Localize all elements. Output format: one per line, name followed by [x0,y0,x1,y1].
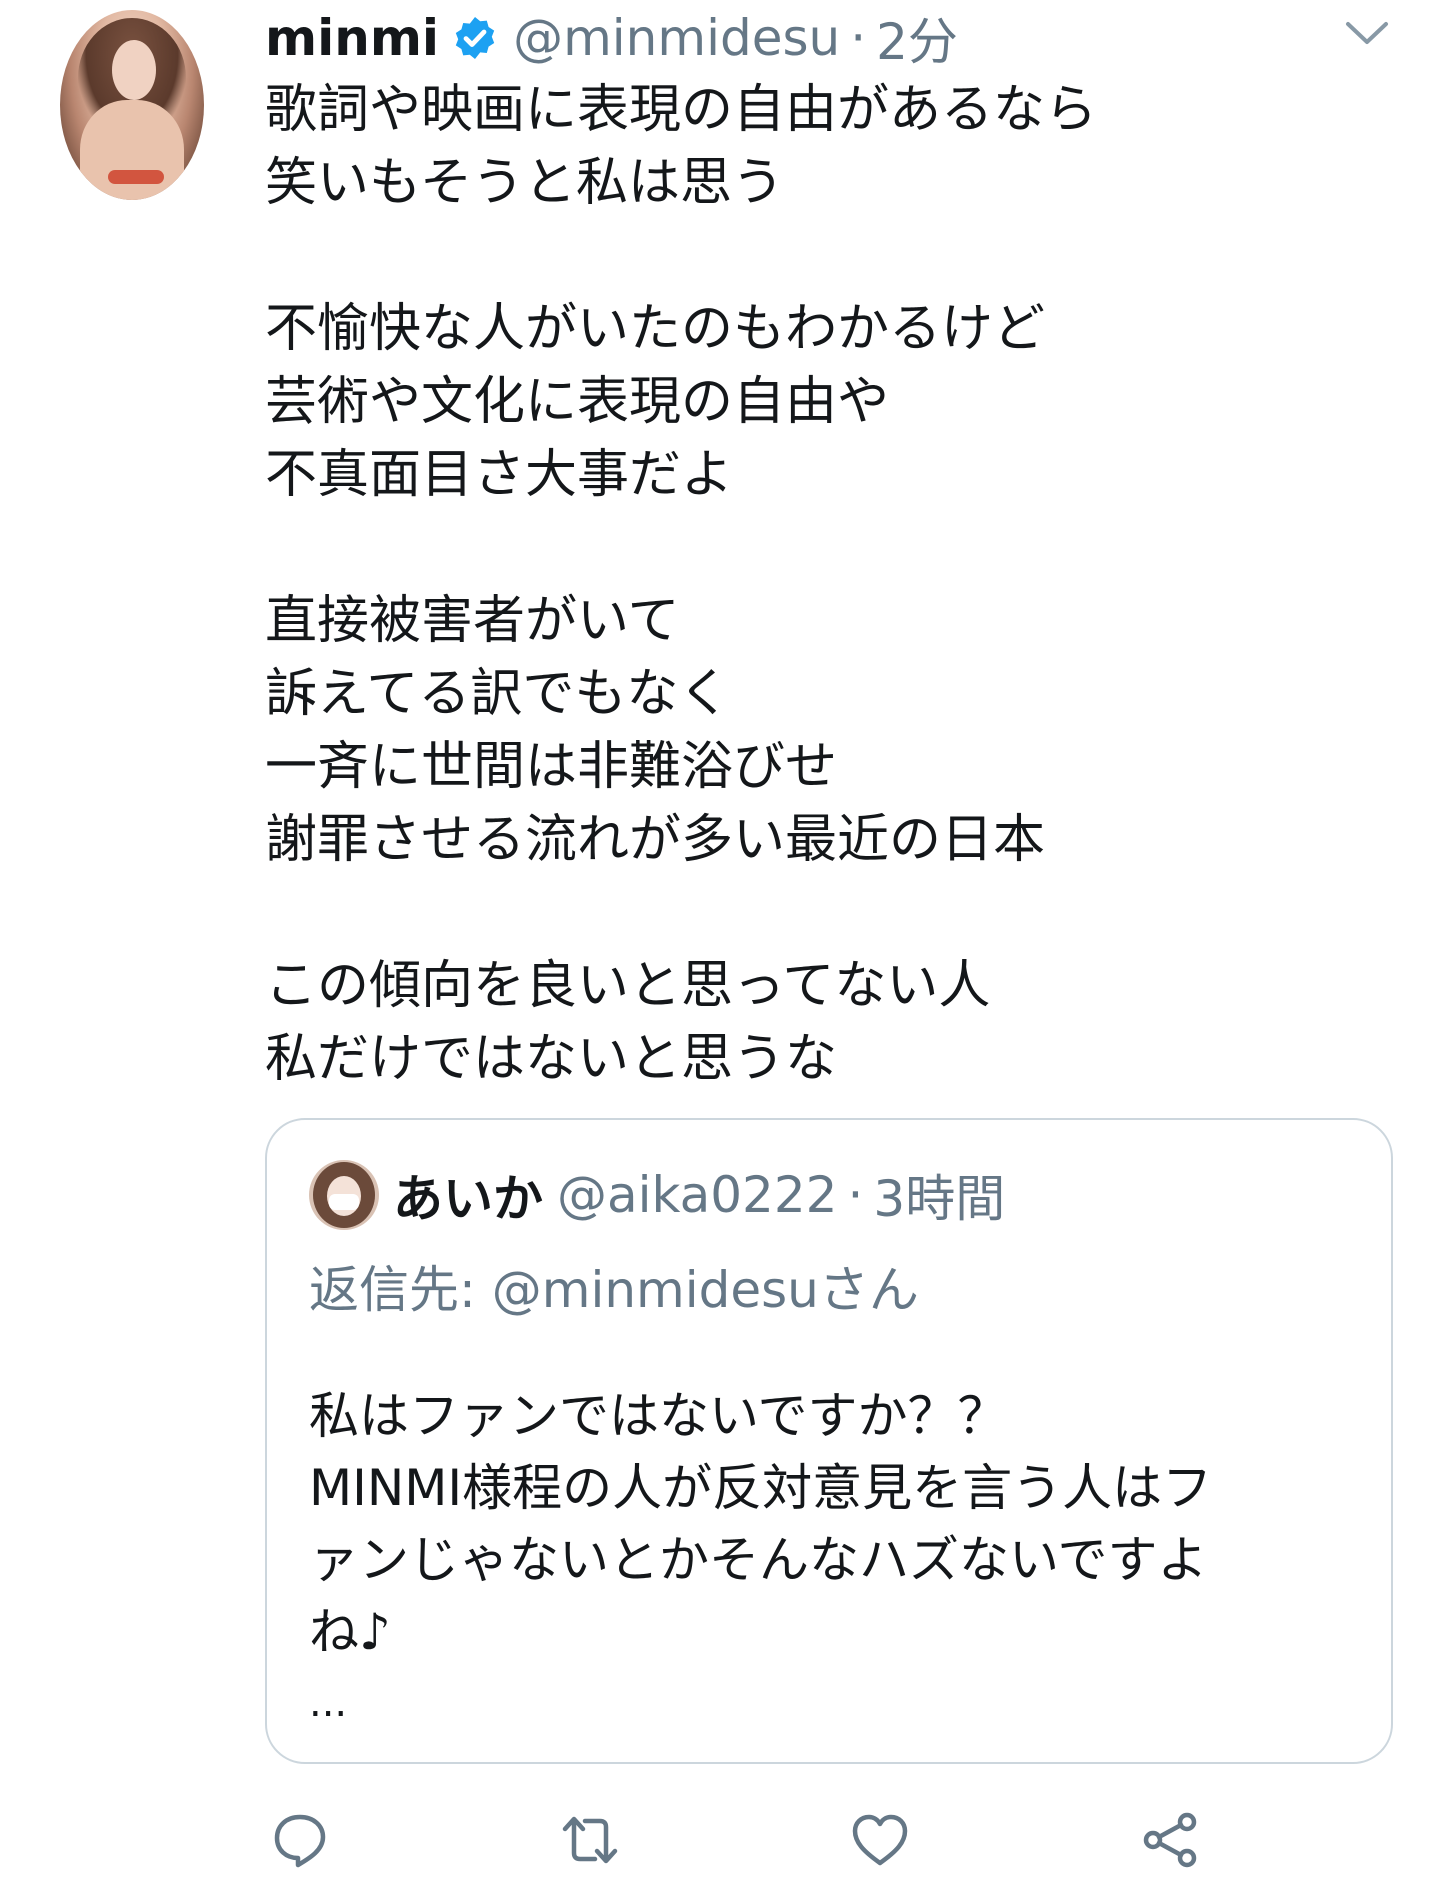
like-button[interactable] [850,1810,910,1870]
quoted-author-avatar [309,1160,379,1230]
tweet-line [265,512,1097,585]
quoted-line: MINMI様程の人が反対意見を言う人はフ [309,1459,1213,1517]
tweet-text: 歌詞や映画に表現の自由があるなら 笑いもそうと私は思う 不愉快な人がいたのもわか… [265,74,1097,1096]
tweet-line: 直接被害者がいて [265,591,680,651]
quoted-line: 私はファンではないですか？？ [309,1387,1008,1445]
tweet-line: 歌詞や映画に表現の自由があるなら [265,80,1098,140]
tweet-line: 芸術や文化に表現の自由や [265,372,890,432]
tweet-line: 不真面目さ大事だよ [265,445,734,505]
tweet-line: 訴えてる訳でもなく [265,664,731,724]
quoted-tweet-card[interactable]: あいか @aika0222 · 3時間 返信先: @minmidesuさん 私は… [265,1118,1393,1764]
quoted-line: ね♪ [309,1603,391,1661]
retweet-button[interactable] [560,1810,620,1870]
quoted-tweet-header: あいか @aika0222 · 3時間 [309,1160,1005,1230]
quoted-time-separator: · [847,1166,864,1224]
verified-badge-icon [451,14,499,62]
tweet-line: 私だけではないと思うな [265,1029,838,1089]
heart-icon [852,1814,908,1866]
time-separator: · [850,9,867,67]
reply-to-label: 返信先: @minmidesuさん [309,1261,919,1319]
tweet-actions-bar [270,1810,1230,1876]
retweet-icon [562,1816,618,1864]
author-avatar[interactable] [60,10,204,200]
tweet-line: この傾向を良いと思ってない人 [265,956,991,1016]
quoted-line: ァンじゃないとかそんなハズないですよ [309,1531,1208,1589]
quoted-more-ellipsis: ... [309,1680,348,1726]
tweet-time[interactable]: 2分 [876,2,958,74]
author-name[interactable]: minmi [265,9,439,67]
tweet-line: 笑いもそうと私は思う [265,153,784,213]
share-icon [1143,1812,1197,1868]
author-handle[interactable]: @minmidesu [513,9,840,67]
share-button[interactable] [1140,1810,1200,1870]
tweet-line: 一斉に世間は非難浴びせ [265,737,838,797]
quoted-author-name: あいか [393,1170,543,1228]
quoted-tweet-text: 私はファンではないですか？？ MINMI様程の人が反対意見を言う人はフ ァンじゃ… [309,1380,1212,1668]
tweet-line: 謝罪させる流れが多い最近の日本 [265,810,1046,870]
tweet-line [265,220,1097,293]
reply-icon [274,1814,326,1868]
tweet-header: minmi @minmidesu · 2分 [265,6,958,71]
tweet-line [265,877,1097,950]
reply-button[interactable] [270,1810,330,1870]
quoted-tweet-time: 3時間 [873,1170,1006,1228]
quoted-author-handle: @aika0222 [557,1166,838,1224]
tweet-line: 不愉快な人がいたのもわかるけど [265,299,1046,359]
chevron-down-icon[interactable] [1344,18,1390,48]
